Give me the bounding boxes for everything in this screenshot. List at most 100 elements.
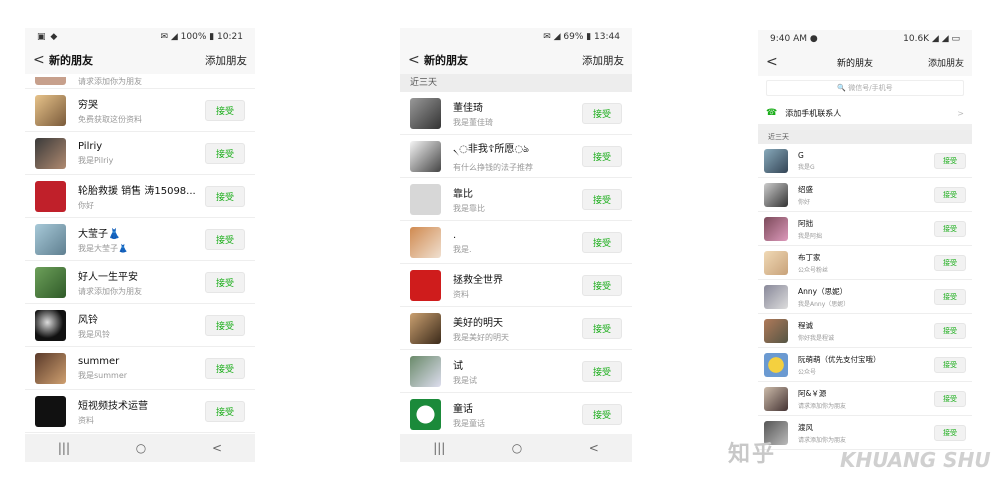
list-item[interactable]: 阿&￥源 请求添加你为朋友 接受 — [758, 382, 972, 416]
avatar[interactable] — [410, 226, 441, 258]
contact-name: 短视频技术运营 — [78, 400, 148, 412]
avatar[interactable] — [35, 223, 66, 255]
avatar[interactable] — [35, 94, 66, 126]
add-friend-button[interactable]: 添加朋友 — [582, 53, 624, 68]
list-item[interactable]: 美好的明天 我是美好的明天 接受 — [400, 307, 632, 350]
back-nav-icon[interactable]: < — [212, 441, 222, 455]
avatar[interactable] — [764, 318, 788, 343]
avatar[interactable] — [764, 284, 788, 309]
list-item[interactable]: . 我是. 接受 — [400, 221, 632, 264]
home-icon[interactable]: ○ — [136, 441, 146, 455]
search-input[interactable]: 🔍 微信号/手机号 — [766, 80, 964, 96]
add-friend-button[interactable]: 添加朋友 — [205, 53, 247, 68]
request-message: 公众号 — [798, 368, 817, 376]
list-item[interactable]: 阮萌萌（优先支付宝哦） 公众号 接受 — [758, 348, 972, 382]
phone-screen-1: ▣ ◆ ✉ ◢ 100% ▮ 10:21 < 新的朋友 添加朋友 请求添加你为朋… — [25, 28, 255, 462]
request-message: 请求添加你为朋友 — [78, 76, 142, 86]
avatar[interactable] — [410, 97, 441, 129]
avatar[interactable] — [764, 250, 788, 275]
list-item[interactable]: 试 我是试 接受 — [400, 350, 632, 393]
contact-name: ৲◌非我☦所愿◌ঌ — [453, 143, 530, 155]
list-item[interactable]: 渡风 请求添加你为朋友 接受 — [758, 416, 972, 450]
list-item[interactable]: 穷哭 免费获取这份资料 接受 — [25, 89, 255, 132]
list-item[interactable]: Anny（思妮） 我是Anny（思妮） 接受 — [758, 280, 972, 314]
avatar[interactable] — [410, 312, 441, 344]
contact-name: 轮胎救援 销售 涛15098... — [78, 185, 196, 197]
add-friend-button[interactable]: 添加朋友 — [928, 56, 964, 69]
list-item[interactable]: 风铃 我是风铃 接受 — [25, 304, 255, 347]
accept-button[interactable]: 接受 — [582, 360, 622, 382]
accept-button[interactable]: 接受 — [205, 185, 245, 207]
contact-name: 风铃 — [78, 314, 98, 326]
contact-name: 阮萌萌（优先支付宝哦） — [798, 354, 881, 364]
accept-button[interactable]: 接受 — [934, 322, 966, 339]
accept-button[interactable]: 接受 — [582, 317, 622, 339]
list-item[interactable]: 短视频技术运营 资料 接受 — [25, 390, 255, 433]
list-item[interactable]: 拯救全世界 资料 接受 — [400, 264, 632, 307]
back-icon[interactable]: < — [33, 52, 49, 68]
avatar[interactable] — [35, 266, 66, 298]
avatar[interactable] — [410, 398, 441, 430]
accept-button[interactable]: 接受 — [934, 152, 966, 169]
back-nav-icon[interactable]: < — [589, 441, 599, 455]
home-icon[interactable]: ○ — [512, 441, 522, 455]
accept-button[interactable]: 接受 — [205, 99, 245, 121]
avatar[interactable] — [764, 352, 788, 377]
list-item[interactable]: 大莹子👗 我是大莹子👗 接受 — [25, 218, 255, 261]
list-item[interactable]: 董佳琦 我是董佳琦 接受 — [400, 92, 632, 135]
accept-button[interactable]: 接受 — [934, 186, 966, 203]
accept-button[interactable]: 接受 — [934, 288, 966, 305]
avatar[interactable] — [764, 216, 788, 241]
avatar[interactable] — [35, 180, 66, 212]
avatar[interactable] — [410, 269, 441, 301]
accept-button[interactable]: 接受 — [582, 231, 622, 253]
add-phone-contacts-item[interactable]: ☎ 添加手机联系人 > — [758, 102, 972, 130]
accept-button[interactable]: 接受 — [934, 424, 966, 441]
avatar[interactable] — [35, 309, 66, 341]
accept-button[interactable]: 接受 — [205, 228, 245, 250]
list-item[interactable]: 好人一生平安 请求添加你为朋友 接受 — [25, 261, 255, 304]
list-item[interactable]: 程诚 你好我是程诚 接受 — [758, 314, 972, 348]
accept-button[interactable]: 接受 — [582, 274, 622, 296]
accept-button[interactable]: 接受 — [582, 102, 622, 124]
back-icon[interactable]: < — [766, 54, 782, 70]
accept-button[interactable]: 接受 — [205, 400, 245, 422]
list-item[interactable]: 布丁家 公众号粉丝 接受 — [758, 246, 972, 280]
list-item[interactable]: Pilriy 我是Pilriy 接受 — [25, 132, 255, 175]
avatar[interactable] — [35, 395, 66, 427]
contact-name: . — [453, 229, 457, 241]
list-item[interactable]: summer 我是summer 接受 — [25, 347, 255, 390]
accept-button[interactable]: 接受 — [934, 254, 966, 271]
accept-button[interactable]: 接受 — [582, 403, 622, 425]
accept-button[interactable]: 接受 — [205, 142, 245, 164]
accept-button[interactable]: 接受 — [205, 271, 245, 293]
list-item[interactable]: ৲◌非我☦所愿◌ঌ 有什么挣钱的法子推荐 接受 — [400, 135, 632, 178]
list-item[interactable]: 阿拙 我是阿拙 接受 — [758, 212, 972, 246]
accept-button[interactable]: 接受 — [205, 357, 245, 379]
accept-button[interactable]: 接受 — [934, 220, 966, 237]
avatar[interactable] — [410, 355, 441, 387]
avatar[interactable] — [764, 386, 788, 411]
list-item[interactable]: 绍盛 你好 接受 — [758, 178, 972, 212]
status-bar: ✉ ◢ 69% ▮ 13:44 — [400, 28, 632, 46]
android-nav-bar: ||| ○ < — [400, 434, 632, 462]
contact-name: summer — [78, 355, 120, 367]
back-icon[interactable]: < — [408, 52, 424, 68]
accept-button[interactable]: 接受 — [934, 356, 966, 373]
default-avatar-icon[interactable] — [410, 183, 441, 215]
avatar[interactable] — [35, 137, 66, 169]
accept-button[interactable]: 接受 — [934, 390, 966, 407]
list-item[interactable]: 靠比 我是靠比 接受 — [400, 178, 632, 221]
accept-button[interactable]: 接受 — [582, 188, 622, 210]
list-item[interactable]: 童话 我是童话 接受 — [400, 393, 632, 436]
accept-button[interactable]: 接受 — [205, 314, 245, 336]
avatar[interactable] — [410, 140, 441, 172]
accept-button[interactable]: 接受 — [582, 145, 622, 167]
list-item[interactable]: 轮胎救援 销售 涛15098... 你好 接受 — [25, 175, 255, 218]
avatar[interactable] — [764, 182, 788, 207]
recent-apps-icon[interactable]: ||| — [58, 441, 70, 455]
avatar[interactable] — [35, 352, 66, 384]
list-item[interactable]: G 我是G 接受 — [758, 144, 972, 178]
recent-apps-icon[interactable]: ||| — [433, 441, 445, 455]
avatar[interactable] — [764, 148, 788, 173]
